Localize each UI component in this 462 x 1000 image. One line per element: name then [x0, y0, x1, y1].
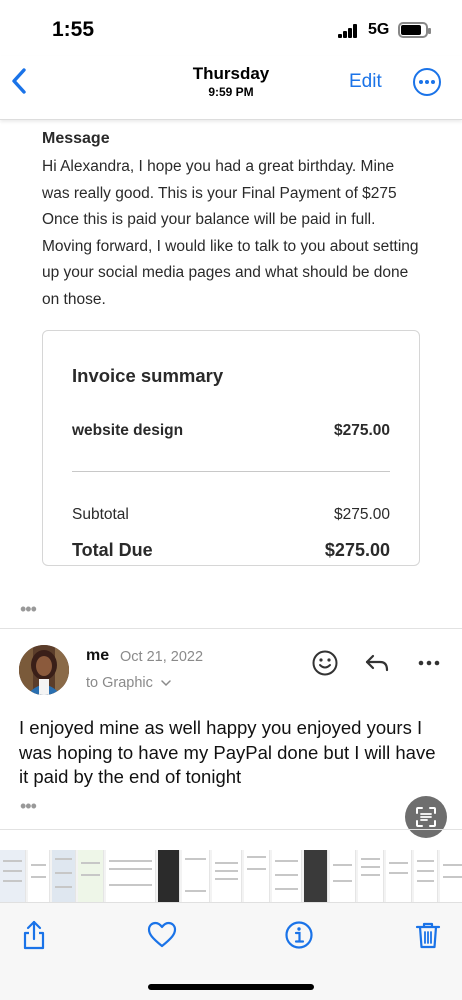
thumbnail[interactable] [304, 850, 328, 902]
home-indicator [148, 984, 314, 990]
message-date: Oct 21, 2022 [120, 649, 204, 665]
show-quoted-ellipsis[interactable]: ••• [20, 600, 37, 618]
reply-body: I enjoyed mine as well happy you enjoyed… [19, 717, 436, 787]
thumbnail[interactable] [358, 850, 384, 902]
invoice-title: Invoice summary [72, 365, 224, 386]
total-due-label: Total Due [72, 540, 153, 560]
message-body: Hi Alexandra, I hope you had a great bir… [42, 158, 419, 308]
thumbnail[interactable] [440, 850, 462, 902]
nav-subtitle: 9:59 PM [208, 85, 254, 99]
trash-icon[interactable] [412, 919, 444, 951]
photo-thumbnail-strip[interactable] [0, 850, 462, 902]
chevron-down-icon [161, 680, 171, 687]
thumbnail[interactable] [28, 850, 50, 902]
signal-icon [338, 24, 360, 38]
thumbnail[interactable] [212, 850, 242, 902]
thumbnail[interactable] [106, 850, 156, 902]
status-bar: 1:55 5G [0, 0, 462, 56]
invoice-divider [72, 471, 390, 472]
thumbnail[interactable] [182, 850, 210, 902]
avatar[interactable] [19, 645, 69, 695]
nav-bar: Thursday 9:59 PM Edit [0, 56, 462, 120]
thumbnail[interactable] [52, 850, 76, 902]
recipient-label: to Graphic [86, 675, 153, 691]
emoji-icon[interactable] [310, 648, 340, 678]
live-text-button[interactable] [405, 796, 447, 838]
nav-title: Thursday [192, 64, 270, 83]
sender-name: me [86, 647, 110, 664]
thumbnail[interactable] [0, 850, 26, 902]
invoice-card: Invoice summary website design $275.00 S… [42, 330, 420, 566]
thumbnail[interactable] [330, 850, 356, 902]
total-due-amount: $275.00 [324, 540, 390, 560]
thumbnail[interactable] [414, 850, 438, 902]
info-icon[interactable] [283, 919, 315, 951]
edit-button[interactable]: Edit [349, 71, 382, 93]
status-time: 1:55 [52, 18, 95, 41]
thumbnail[interactable] [244, 850, 270, 902]
invoice-item-amount: $275.00 [333, 422, 390, 439]
message-separator [0, 628, 462, 629]
more-icon[interactable] [414, 648, 444, 678]
message-heading: Message [42, 130, 110, 147]
thumbnail[interactable] [78, 850, 104, 902]
battery-icon [398, 22, 431, 38]
thumbnail[interactable] [158, 850, 180, 902]
recipient-line[interactable]: to Graphic [86, 675, 171, 691]
bottom-separator [0, 829, 462, 830]
show-more-ellipsis[interactable]: ••• [20, 797, 37, 815]
live-text-icon [416, 807, 436, 827]
reply-icon[interactable] [362, 648, 392, 678]
thumbnail[interactable] [386, 850, 412, 902]
more-circle-icon[interactable] [413, 68, 441, 96]
share-icon[interactable] [18, 919, 50, 951]
heart-icon[interactable] [146, 919, 178, 951]
subtotal-label: Subtotal [72, 506, 129, 523]
subtotal-amount: $275.00 [333, 506, 390, 523]
thumbnail[interactable] [272, 850, 302, 902]
network-label: 5G [368, 21, 390, 38]
invoice-item-label: website design [72, 422, 184, 439]
